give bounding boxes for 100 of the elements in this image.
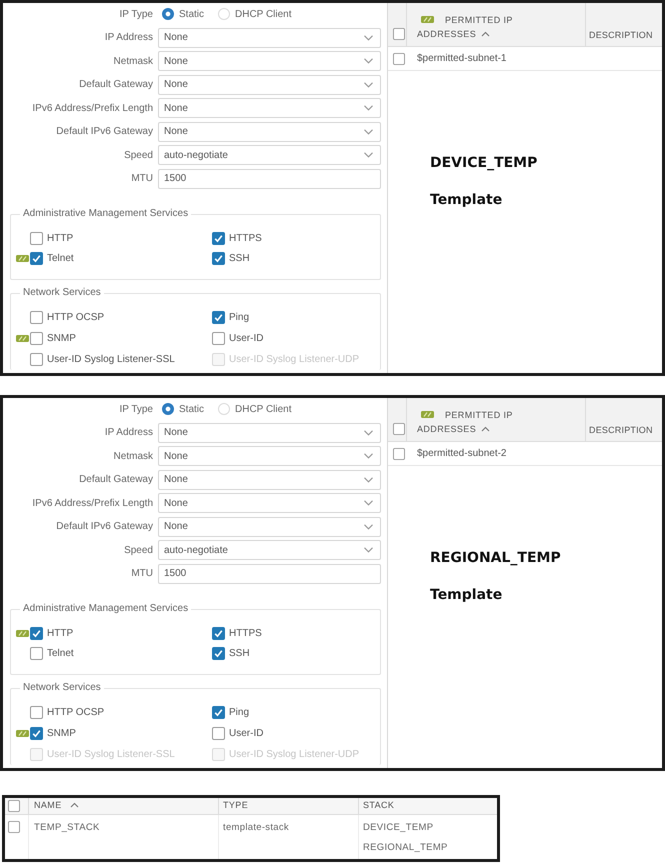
checkbox-label: SSH [229, 648, 250, 658]
column-header[interactable]: PERMITTED IP ADDRESSES [406, 3, 586, 46]
field-label: IP Type [118, 404, 153, 414]
checkbox[interactable] [393, 423, 405, 435]
tag-icon [16, 630, 29, 636]
checkbox-label: HTTP [47, 232, 74, 244]
chevron-down-icon [364, 34, 373, 40]
checkbox[interactable] [393, 448, 405, 460]
stack-member: DEVICE_TEMP [363, 821, 434, 835]
tag-icon [16, 335, 29, 342]
checkbox-label: SNMP [47, 728, 76, 739]
radio-label: DHCP Client [235, 404, 292, 414]
checkbox-label: HTTP [47, 628, 74, 638]
checkbox[interactable] [212, 626, 225, 640]
checkbox-label: Ping [229, 707, 250, 718]
checkbox-label: SSH [229, 252, 250, 264]
checkbox[interactable] [30, 646, 43, 660]
checkbox[interactable] [30, 232, 43, 244]
checkbox[interactable] [212, 311, 225, 324]
field-label: IP Address [104, 427, 153, 438]
field-label: IP Type [118, 8, 153, 20]
chevron-down-icon [364, 430, 373, 436]
checkbox[interactable] [212, 727, 225, 740]
group-title: Administrative Management Services [22, 208, 190, 220]
field-label: Speed [123, 544, 153, 556]
dropdown-field[interactable]: None [158, 422, 381, 442]
dropdown-field[interactable]: None [158, 51, 381, 71]
dropdown-field[interactable]: None [158, 493, 381, 513]
column-header[interactable]: TYPE [218, 798, 358, 814]
dropdown-field[interactable]: None [158, 122, 381, 142]
field-label: Default IPv6 Gateway [55, 521, 153, 532]
checkbox[interactable] [30, 332, 43, 345]
field-label: Default Gateway [78, 79, 153, 90]
checkbox[interactable] [30, 626, 43, 640]
checkbox[interactable] [30, 311, 43, 324]
checkbox[interactable] [393, 28, 405, 40]
dropdown-field[interactable]: None [158, 470, 381, 490]
checkbox[interactable] [30, 706, 43, 719]
checkbox[interactable] [212, 252, 225, 264]
checkbox[interactable] [30, 252, 43, 264]
radio-label: DHCP Client [235, 8, 292, 20]
dropdown-field[interactable]: None [158, 446, 381, 466]
column-header[interactable]: DESCRIPTION [586, 398, 662, 441]
table-cell-text: $permitted-subnet-2 [416, 448, 506, 459]
template-type-label: Template [430, 587, 504, 604]
tag-icon [421, 411, 434, 418]
column-header[interactable]: DESCRIPTION [586, 3, 662, 46]
dropdown-field[interactable]: None [158, 28, 381, 48]
template-type-label: Template [430, 192, 504, 209]
checkbox[interactable] [30, 727, 43, 740]
column-header[interactable]: STACK [358, 798, 497, 814]
table-cell-text: template-stack [223, 821, 289, 835]
checkbox[interactable] [8, 821, 20, 833]
input-field[interactable]: 1500 [158, 564, 381, 584]
input-field[interactable]: 1500 [158, 168, 381, 188]
column-header[interactable]: PERMITTED IP ADDRESSES [406, 398, 586, 441]
checkbox[interactable] [212, 706, 225, 719]
field-label: IP Address [104, 32, 153, 43]
chevron-down-icon [364, 547, 373, 553]
checkbox-label: Telnet [47, 648, 74, 658]
field-label: MTU [130, 568, 153, 579]
checkbox-label: User-ID Syslog Listener-UDP [229, 749, 360, 760]
radio-label: Static [179, 404, 204, 414]
dropdown-field[interactable]: None [158, 516, 381, 536]
dropdown-field[interactable]: auto-negotiate [158, 145, 381, 165]
field-label: Netmask [112, 56, 153, 66]
checkbox[interactable] [30, 353, 43, 366]
checkbox[interactable] [393, 52, 405, 64]
checkbox[interactable] [212, 646, 225, 660]
checkbox[interactable] [8, 800, 20, 812]
checkbox-label: Telnet [47, 252, 74, 264]
tag-icon [16, 730, 29, 737]
checkbox-label: User-ID Syslog Listener-UDP [229, 354, 360, 365]
column-header[interactable]: NAME [28, 798, 218, 814]
checkbox-label: Ping [229, 312, 250, 323]
tag-icon [16, 254, 29, 262]
checkbox-label: User-ID Syslog Listener-SSL [47, 749, 175, 760]
field-label: Default IPv6 Gateway [55, 126, 153, 137]
checkbox-label: User-ID Syslog Listener-SSL [47, 354, 175, 365]
checkbox[interactable] [212, 332, 225, 345]
field-label: IPv6 Address/Prefix Length [31, 498, 153, 508]
radio-button[interactable] [162, 403, 174, 415]
dropdown-field[interactable]: auto-negotiate [158, 540, 381, 560]
checkbox-label: User-ID [229, 333, 264, 344]
dropdown-field[interactable]: None [158, 98, 381, 118]
checkbox-label: HTTPS [229, 628, 262, 638]
chevron-down-icon [364, 524, 373, 530]
template-name-label: DEVICE_TEMP [430, 155, 538, 172]
dropdown-field[interactable]: None [158, 74, 381, 94]
checkbox-label: User-ID [229, 728, 264, 739]
field-label: Default Gateway [78, 474, 153, 485]
caret-up-icon [481, 426, 490, 433]
chevron-down-icon [364, 128, 373, 134]
radio-button[interactable] [162, 8, 174, 20]
field-label: IPv6 Address/Prefix Length [31, 102, 153, 114]
caret-up-icon [481, 31, 490, 38]
group-title: Administrative Management Services [22, 603, 190, 615]
checkbox[interactable] [212, 232, 225, 244]
chevron-down-icon [364, 105, 373, 111]
field-label: Netmask [112, 450, 153, 462]
